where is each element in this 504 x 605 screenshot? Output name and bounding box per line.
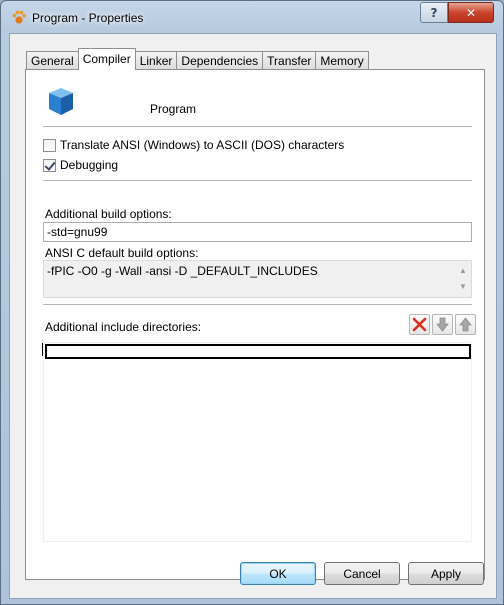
- translate-ansi-checkbox-row[interactable]: Translate ANSI (Windows) to ASCII (DOS) …: [43, 138, 344, 152]
- move-up-button[interactable]: [455, 314, 476, 335]
- include-directories-list[interactable]: [42, 342, 472, 542]
- cancel-button[interactable]: Cancel: [324, 562, 400, 585]
- delete-x-icon: [412, 317, 427, 332]
- include-directories-label: Additional include directories:: [45, 320, 202, 334]
- tab-compiler[interactable]: Compiler: [77, 48, 136, 70]
- translate-ansi-checkbox[interactable]: [43, 138, 56, 152]
- tab-transfer[interactable]: Transfer: [262, 51, 317, 70]
- additional-build-options-label: Additional build options:: [45, 207, 172, 221]
- ok-button[interactable]: OK: [240, 562, 316, 585]
- compiler-tab-panel: Program Translate ANSI (Windows) to ASCI…: [25, 69, 485, 580]
- dialog-client-area: General Compiler Linker Dependencies Tra…: [9, 33, 497, 599]
- app-paw-icon: [12, 10, 26, 24]
- program-name: Program: [150, 102, 197, 116]
- debugging-label: Debugging: [60, 158, 119, 172]
- window-title: Program - Properties: [32, 11, 144, 25]
- tab-strip: General Compiler Linker Dependencies Tra…: [26, 48, 369, 70]
- debugging-checkbox[interactable]: [43, 158, 56, 172]
- tab-memory[interactable]: Memory: [315, 51, 369, 70]
- include-directory-edit-field[interactable]: [45, 344, 471, 359]
- vertical-scrollbar[interactable]: ▲ ▼: [457, 263, 469, 295]
- close-icon: ✕: [465, 5, 477, 20]
- default-build-options-value: -fPIC -O0 -g -Wall -ansi -D _DEFAULT_INC…: [47, 264, 318, 278]
- move-down-button[interactable]: [432, 314, 453, 335]
- arrow-up-icon: [459, 317, 472, 332]
- text-caret: [42, 343, 43, 356]
- delete-directory-button[interactable]: [409, 314, 430, 335]
- translate-ansi-label: Translate ANSI (Windows) to ASCII (DOS) …: [60, 138, 345, 152]
- tab-linker[interactable]: Linker: [134, 51, 178, 70]
- tab-dependencies[interactable]: Dependencies: [176, 51, 264, 70]
- default-build-options-label: ANSI C default build options:: [45, 246, 199, 260]
- additional-build-options-input[interactable]: -std=gnu99: [43, 222, 472, 242]
- help-icon: ?: [430, 5, 438, 20]
- properties-window: Program - Properties ? ✕ General Compile…: [0, 0, 504, 605]
- separator: [43, 180, 472, 182]
- debugging-checkbox-row[interactable]: Debugging: [43, 158, 118, 172]
- help-button[interactable]: ?: [420, 2, 448, 23]
- title-bar[interactable]: Program - Properties ? ✕: [1, 1, 503, 33]
- close-button[interactable]: ✕: [448, 2, 494, 23]
- separator: [43, 126, 472, 128]
- default-build-options-field: -fPIC -O0 -g -Wall -ansi -D _DEFAULT_INC…: [43, 260, 472, 298]
- arrow-down-icon: [436, 317, 449, 332]
- separator: [43, 304, 472, 306]
- tab-general[interactable]: General: [26, 51, 79, 70]
- scroll-down-icon[interactable]: ▼: [457, 279, 469, 295]
- apply-button[interactable]: Apply: [408, 562, 484, 585]
- program-cube-icon: [49, 88, 73, 115]
- scroll-up-icon[interactable]: ▲: [457, 263, 469, 279]
